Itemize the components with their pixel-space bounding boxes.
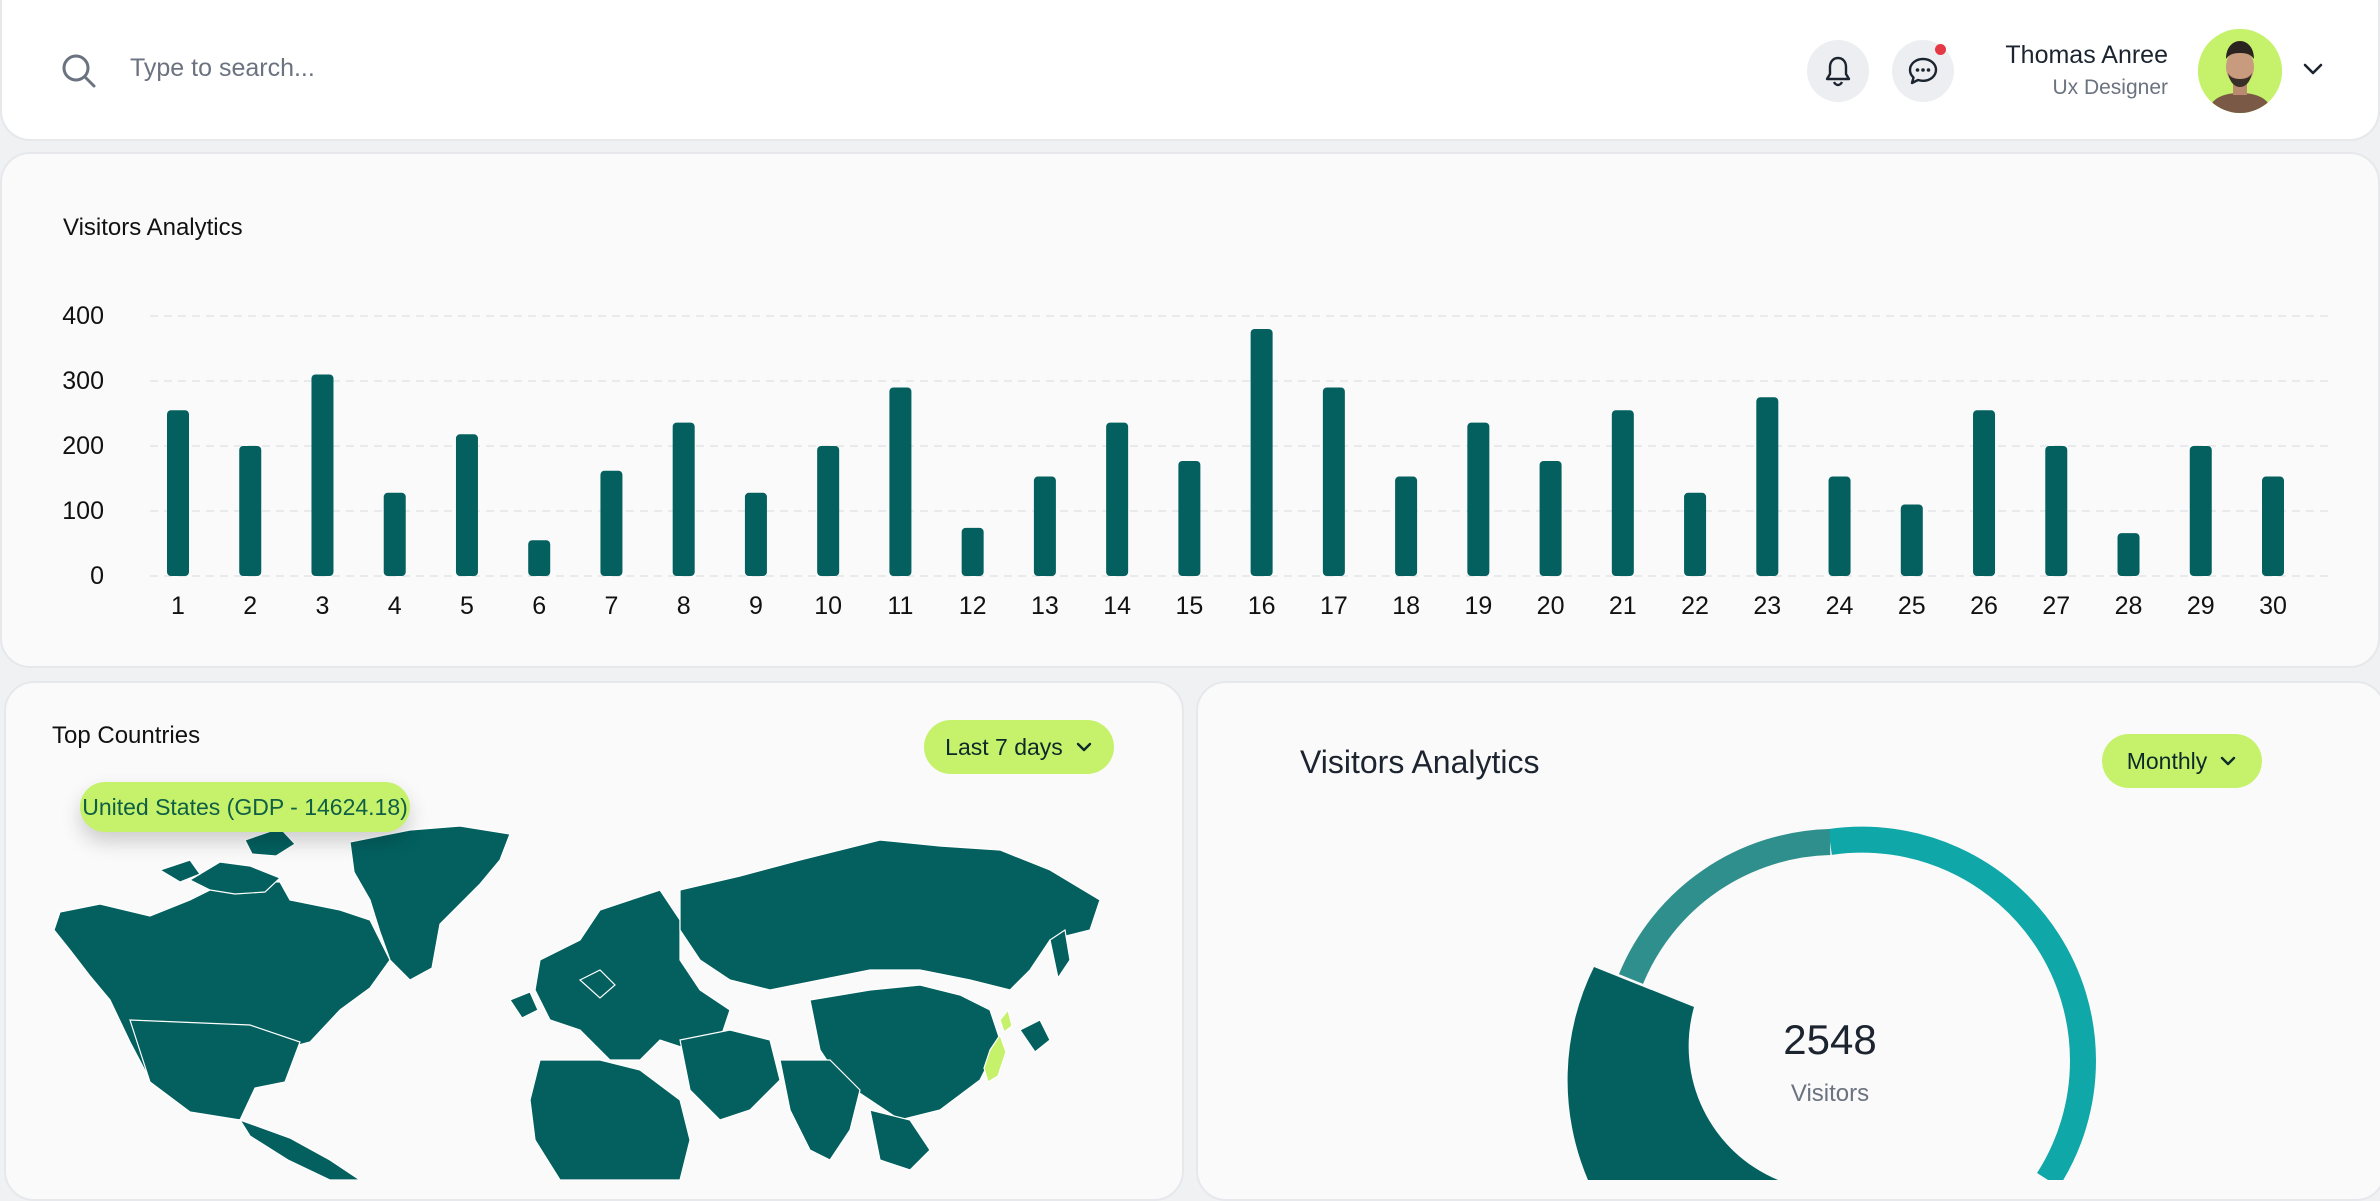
x-tick-label: 23: [1753, 592, 1781, 620]
x-tick-label: 28: [2115, 592, 2143, 620]
map-country-russia: [679, 839, 1101, 991]
donut-total-value: 2548: [1783, 1016, 1877, 1063]
x-tick-label: 7: [604, 592, 618, 620]
bar-16[interactable]: [1250, 329, 1273, 576]
bar-24[interactable]: [1828, 476, 1851, 576]
range-dropdown-label: Last 7 days: [945, 733, 1063, 760]
bar-11[interactable]: [889, 387, 912, 577]
x-tick-label: 2: [243, 592, 257, 620]
bar-25[interactable]: [1900, 504, 1923, 577]
chevron-down-icon: [1076, 742, 1092, 752]
x-tick-label: 10: [814, 592, 842, 620]
x-tick-label: 25: [1898, 592, 1926, 620]
bar-23[interactable]: [1756, 397, 1779, 576]
x-tick-label: 6: [532, 592, 546, 620]
visitors-bar-chart: 01002003004001 2 3 4 5 6 7 8 9 10 11 12 13 14 15 16 17 18…: [62, 302, 2330, 620]
x-tick-label: 27: [2042, 592, 2070, 620]
bar-20[interactable]: [1539, 460, 1562, 576]
bar-29[interactable]: [2189, 446, 2212, 576]
period-dropdown-label: Monthly: [2126, 747, 2208, 774]
x-tick-label: 22: [1681, 592, 1709, 620]
bar-19[interactable]: [1467, 422, 1490, 576]
y-tick-label: 300: [62, 367, 104, 395]
bar-14[interactable]: [1106, 422, 1129, 576]
bar-27[interactable]: [2045, 446, 2068, 576]
bar-28[interactable]: [2117, 533, 2140, 576]
x-tick-label: 16: [1248, 592, 1276, 620]
x-tick-label: 17: [1320, 592, 1348, 620]
top-countries-title: Top Countries: [52, 722, 201, 749]
x-tick-label: 24: [1826, 592, 1854, 620]
y-tick-label: 400: [62, 302, 104, 330]
x-tick-label: 1: [171, 592, 185, 620]
x-tick-label: 3: [316, 592, 330, 620]
chevron-down-icon: [2221, 756, 2236, 766]
y-tick-label: 200: [62, 432, 104, 460]
y-tick-label: 0: [90, 562, 104, 590]
x-tick-label: 26: [1970, 592, 1998, 620]
bar-15[interactable]: [1178, 460, 1201, 576]
bar-13[interactable]: [1033, 476, 1056, 576]
map-tooltip: United States (GDP - 14624.18): [80, 782, 410, 832]
bar-6[interactable]: [528, 540, 551, 576]
bar-1[interactable]: [167, 410, 189, 576]
x-tick-label: 29: [2187, 592, 2215, 620]
y-tick-label: 100: [62, 497, 104, 525]
bar-2[interactable]: [239, 446, 262, 576]
bar-26[interactable]: [1973, 410, 1996, 576]
map-country-africa: [529, 1059, 691, 1180]
bar-17[interactable]: [1322, 387, 1345, 577]
x-tick-label: 5: [460, 592, 474, 620]
bar-5[interactable]: [455, 434, 478, 576]
x-tick-label: 21: [1609, 592, 1637, 620]
x-tick-label: 18: [1392, 592, 1420, 620]
x-tick-label: 20: [1537, 592, 1565, 620]
x-tick-label: 15: [1175, 592, 1203, 620]
bar-4[interactable]: [383, 492, 406, 576]
x-tick-label: 4: [388, 592, 402, 620]
x-tick-label: 13: [1031, 592, 1059, 620]
map-country-southeast-asia: [869, 1109, 931, 1171]
bar-30[interactable]: [2262, 476, 2284, 576]
map-arctic-islands: [188, 861, 282, 895]
bar-8[interactable]: [672, 422, 695, 576]
bar-7[interactable]: [600, 470, 623, 576]
world-map[interactable]: [40, 820, 1140, 1180]
map-country-central-america: [238, 1118, 362, 1180]
x-tick-label: 11: [887, 592, 913, 620]
map-country-middle-east: [679, 1029, 781, 1121]
x-tick-label: 14: [1103, 592, 1131, 620]
range-dropdown[interactable]: Last 7 days: [924, 720, 1114, 774]
x-tick-label: 30: [2259, 592, 2287, 620]
bar-9[interactable]: [744, 492, 767, 576]
bar-10[interactable]: [817, 446, 840, 576]
bar-3[interactable]: [311, 374, 334, 577]
bar-22[interactable]: [1684, 492, 1707, 576]
x-tick-label: 12: [959, 592, 987, 620]
donut-total-label: Visitors: [1790, 1080, 1870, 1107]
period-dropdown[interactable]: Monthly: [2102, 734, 2262, 788]
bar-18[interactable]: [1395, 476, 1418, 576]
donut-title: Visitors Analytics: [1300, 744, 1540, 780]
x-tick-label: 8: [677, 592, 691, 620]
bar-12[interactable]: [961, 527, 984, 576]
x-tick-label: 19: [1464, 592, 1492, 620]
bar-21[interactable]: [1611, 410, 1634, 576]
x-tick-label: 9: [749, 592, 763, 620]
map-country-usa: [129, 1019, 301, 1121]
